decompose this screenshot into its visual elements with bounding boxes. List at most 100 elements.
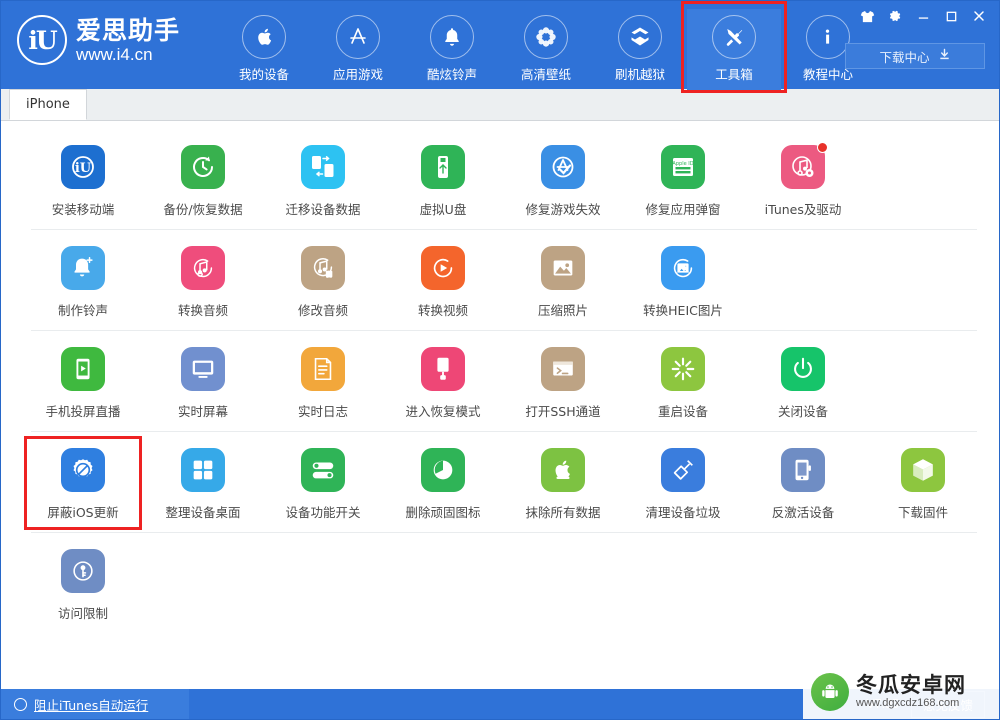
convert-heic-icon — [661, 246, 705, 290]
tile-label: 打开SSH通道 — [525, 404, 601, 419]
nav-item-label: 工具箱 — [715, 67, 753, 82]
nav-item-label: 高清壁纸 — [520, 67, 571, 82]
tile-fix-game-failure[interactable]: 修复游戏失效 — [503, 141, 623, 220]
tile-remove-stubborn-icon[interactable]: 删除顽固图标 — [383, 444, 503, 523]
tile-download-firmware[interactable]: 下载固件 — [863, 444, 983, 523]
tile-label: 清理设备垃圾 — [645, 505, 721, 520]
skin-icon[interactable] — [854, 6, 880, 26]
tile-install-mobile-client[interactable]: iU 安装移动端 — [23, 141, 143, 220]
tile-label: 压缩照片 — [537, 303, 588, 318]
tile-label: 重启设备 — [657, 404, 708, 419]
tile-make-ringtone[interactable]: 制作铃声 — [23, 242, 143, 321]
minimize-icon[interactable] — [910, 6, 936, 26]
nav-item-app-games[interactable]: 应用游戏 — [311, 9, 405, 90]
download-center-button[interactable]: 下载中心 — [845, 43, 985, 69]
tile-label: 转换视频 — [417, 303, 468, 318]
tools-icon — [712, 15, 756, 59]
tile-open-ssh-tunnel[interactable]: 打开SSH通道 — [503, 343, 623, 422]
toolbox-row: 制作铃声 转换音频 自 修改音频 转换视频 压缩照片 转换HEIC图片 — [1, 230, 999, 331]
block-itunes-autorun-toggle[interactable]: 阻止iTunes自动运行 — [1, 689, 189, 719]
tile-convert-heic[interactable]: 转换HEIC图片 — [623, 242, 743, 321]
feedback-button[interactable]: 意见反馈 — [910, 690, 985, 718]
reboot-device-icon — [661, 347, 705, 391]
tile-migrate-device-data[interactable]: 迁移设备数据 — [263, 141, 383, 220]
tile-enter-recovery-mode[interactable]: 进入恢复模式 — [383, 343, 503, 422]
circle-toggle-icon — [14, 697, 27, 711]
tile-realtime-log[interactable]: 实时日志 — [263, 343, 383, 422]
nav-item-label: 我的设备 — [238, 67, 289, 82]
tile-edit-audio[interactable]: 自 修改音频 — [263, 242, 383, 321]
brand-name: 爱思助手 — [76, 15, 181, 45]
tile-label: 下载固件 — [897, 505, 948, 520]
tile-screen-cast-live[interactable]: 手机投屏直播 — [23, 343, 143, 422]
tile-label: 设备功能开关 — [285, 505, 361, 520]
tile-organize-desktop[interactable]: 整理设备桌面 — [143, 444, 263, 523]
realtime-screen-icon — [181, 347, 225, 391]
download-arrow-icon — [938, 48, 951, 64]
tile-erase-all-data[interactable]: 抹除所有数据 — [503, 444, 623, 523]
tile-access-restriction[interactable]: 访问限制 — [23, 545, 143, 624]
fix-game-icon — [541, 145, 585, 189]
tile-itunes-driver[interactable]: iTunes及驱动 — [743, 141, 863, 220]
tile-label: 屏蔽iOS更新 — [47, 505, 119, 520]
tile-label: 关闭设备 — [777, 404, 828, 419]
status-bar: 阻止iTunes自动运行 V7.95 意见反馈 — [1, 689, 999, 719]
nav-item-label: 酷炫铃声 — [426, 67, 477, 82]
tile-block-ios-update[interactable]: 屏蔽iOS更新 — [23, 436, 143, 530]
clean-junk-icon — [661, 448, 705, 492]
toolbox-row: 手机投屏直播 实时屏幕 实时日志 进入恢复模式 打开SSH通道 重启设备 关闭设… — [1, 331, 999, 432]
ssh-tunnel-icon — [541, 347, 585, 391]
close-icon[interactable] — [966, 6, 992, 26]
version-label: V7.95 — [866, 697, 899, 711]
tile-convert-audio[interactable]: 转换音频 — [143, 242, 263, 321]
nav-item-ringtones[interactable]: 酷炫铃声 — [405, 9, 499, 90]
download-center-label: 下载中心 — [879, 49, 930, 65]
feature-toggle-icon — [301, 448, 345, 492]
deactivate-device-icon — [781, 448, 825, 492]
tile-backup-restore[interactable]: 备份/恢复数据 — [143, 141, 263, 220]
tile-clean-device-junk[interactable]: 清理设备垃圾 — [623, 444, 743, 523]
tile-reboot-device[interactable]: 重启设备 — [623, 343, 743, 422]
nav-item-toolbox[interactable]: 工具箱 — [681, 1, 787, 93]
tile-compress-photo[interactable]: 压缩照片 — [503, 242, 623, 321]
access-restriction-icon — [61, 549, 105, 593]
screen-cast-icon — [61, 347, 105, 391]
maximize-icon[interactable] — [938, 6, 964, 26]
tab-iphone[interactable]: iPhone — [9, 89, 87, 120]
apple-id-card-icon: Apple ID — [661, 145, 705, 189]
tile-shutdown-device[interactable]: 关闭设备 — [743, 343, 863, 422]
tile-label: 删除顽固图标 — [405, 505, 481, 520]
tile-label: 抹除所有数据 — [525, 505, 601, 520]
itunes-driver-icon — [781, 142, 828, 189]
make-ringtone-icon — [61, 246, 105, 290]
block-ios-update-icon — [61, 448, 105, 492]
shutdown-device-icon — [781, 347, 825, 391]
tile-label: 虚拟U盘 — [419, 202, 467, 217]
appstore-icon — [336, 15, 380, 59]
tile-label: 修改音频 — [297, 303, 348, 318]
nav-item-label: 刷机越狱 — [614, 67, 665, 82]
tile-label: 修复游戏失效 — [525, 202, 601, 217]
tile-deactivate-device[interactable]: 反激活设备 — [743, 444, 863, 523]
tile-label: 实时屏幕 — [177, 404, 228, 419]
tile-label: 转换音频 — [177, 303, 228, 318]
nav-item-flash-jailbreak[interactable]: 刷机越狱 — [593, 9, 687, 90]
nav-item-my-device[interactable]: 我的设备 — [217, 9, 311, 90]
i4-app-icon: iU — [61, 145, 105, 189]
download-firmware-icon — [901, 448, 945, 492]
nav-item-label: 应用游戏 — [332, 67, 383, 82]
tile-label: 修复应用弹窗 — [645, 202, 721, 217]
tile-device-feature-toggle[interactable]: 设备功能开关 — [263, 444, 383, 523]
tile-fix-app-popup[interactable]: Apple ID 修复应用弹窗 — [623, 141, 743, 220]
nav-item-wallpapers[interactable]: 高清壁纸 — [499, 9, 593, 90]
brand-url: www.i4.cn — [76, 44, 153, 64]
convert-audio-icon — [181, 246, 225, 290]
tile-label: 实时日志 — [297, 404, 348, 419]
tile-virtual-usb[interactable]: 虚拟U盘 — [383, 141, 503, 220]
remove-icon-icon — [421, 448, 465, 492]
settings-gear-icon[interactable] — [882, 6, 908, 26]
device-tabbar: iPhone — [1, 89, 999, 121]
tile-realtime-screen[interactable]: 实时屏幕 — [143, 343, 263, 422]
tile-convert-video[interactable]: 转换视频 — [383, 242, 503, 321]
tab-label: iPhone — [26, 97, 70, 112]
